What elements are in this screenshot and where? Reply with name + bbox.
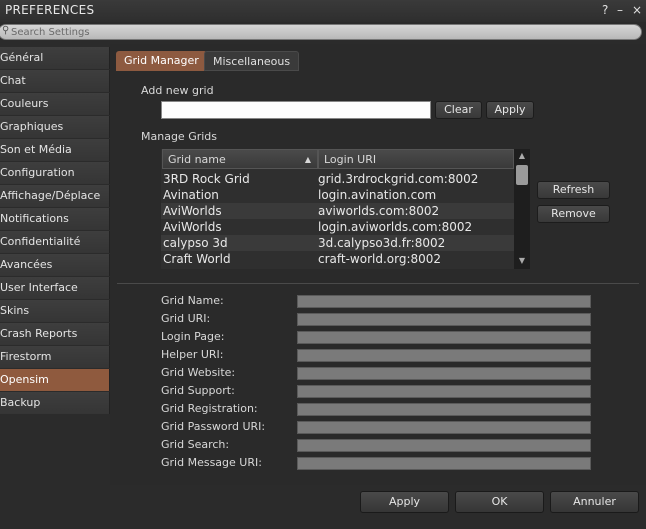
apply-grid-button[interactable]: Apply	[486, 101, 534, 119]
login-uri-cell: 3d.calypso3d.fr:8002	[318, 236, 446, 250]
minimize-icon[interactable]: –	[617, 3, 623, 17]
login-page-field	[297, 331, 591, 344]
sidebar-item-graphics[interactable]: Graphiques	[0, 116, 110, 138]
ok-button[interactable]: OK	[455, 491, 544, 513]
sort-ascending-icon: ▲	[304, 155, 311, 164]
table-row[interactable]: AviWorlds aviworlds.com:8002	[161, 203, 514, 219]
login-uri-cell: login.aviworlds.com:8002	[318, 220, 473, 234]
grid-password-uri-label: Grid Password URI:	[161, 420, 266, 433]
add-grid-label: Add new grid	[141, 84, 214, 97]
grid-search-label: Grid Search:	[161, 438, 230, 451]
title-bar[interactable]: PREFERENCES ? – ×	[0, 0, 646, 22]
grid-name-cell: Craft World	[163, 252, 231, 266]
grid-registration-field	[297, 403, 591, 416]
grid-registration-label: Grid Registration:	[161, 402, 258, 415]
sidebar-item-notifications[interactable]: Notifications	[0, 208, 110, 230]
search-input[interactable]	[11, 25, 611, 39]
helper-uri-field	[297, 349, 591, 362]
login-uri-cell: login.avination.com	[318, 188, 437, 202]
remove-button[interactable]: Remove	[537, 205, 610, 223]
table-row[interactable]: Craft World craft-world.org:8002	[161, 251, 514, 267]
grid-name-field	[297, 295, 591, 308]
sidebar-item-chat[interactable]: Chat	[0, 70, 110, 92]
grid-name-cell: Avination	[163, 188, 219, 202]
grid-list[interactable]: Grid name ▲ Login URI 3RD Rock Grid grid…	[161, 149, 530, 269]
sidebar-item-colors[interactable]: Couleurs	[0, 93, 110, 115]
table-row[interactable]: Avination login.avination.com	[161, 187, 514, 203]
tab-miscellaneous[interactable]: Miscellaneous	[204, 51, 300, 71]
login-uri-cell: grid.3rdrockgrid.com:8002	[318, 172, 479, 186]
grid-name-cell: AviWorlds	[163, 204, 222, 218]
sidebar-item-general[interactable]: Général	[0, 47, 110, 69]
grid-name-cell: calypso 3d	[163, 236, 228, 250]
grid-uri-label: Grid URI:	[161, 312, 211, 325]
table-row[interactable]: 3RD Rock Grid grid.3rdrockgrid.com:8002	[161, 171, 514, 187]
sidebar-item-privacy[interactable]: Confidentialité	[0, 231, 110, 253]
column-header-login-uri[interactable]: Login URI	[318, 149, 514, 169]
grid-support-label: Grid Support:	[161, 384, 235, 397]
search-icon: ⚲	[2, 25, 10, 36]
grid-list-scrollbar[interactable]: ▲ ▼	[514, 149, 530, 269]
apply-button[interactable]: Apply	[360, 491, 449, 513]
grid-uri-field	[297, 313, 591, 326]
search-bar[interactable]: ⚲	[0, 24, 642, 40]
scroll-thumb[interactable]	[516, 165, 528, 185]
grid-search-field	[297, 439, 591, 452]
helper-uri-label: Helper URI:	[161, 348, 224, 361]
login-page-label: Login Page:	[161, 330, 225, 343]
grid-message-uri-field	[297, 457, 591, 470]
column-header-grid-name-label: Grid name	[168, 153, 226, 166]
login-uri-cell: craft-world.org:8002	[318, 252, 442, 266]
column-header-grid-name[interactable]: Grid name ▲	[162, 149, 318, 169]
table-row[interactable]: calypso 3d 3d.calypso3d.fr:8002	[161, 235, 514, 251]
table-row[interactable]: AviWorlds login.aviworlds.com:8002	[161, 219, 514, 235]
grid-name-label: Grid Name:	[161, 294, 224, 307]
refresh-button[interactable]: Refresh	[537, 181, 610, 199]
sidebar: Général Chat Couleurs Graphiques Son et …	[0, 47, 110, 415]
grid-name-cell: AviWorlds	[163, 220, 222, 234]
close-icon[interactable]: ×	[632, 3, 642, 17]
clear-button[interactable]: Clear	[435, 101, 482, 119]
sidebar-item-user-interface[interactable]: User Interface	[0, 277, 110, 299]
sidebar-item-setup[interactable]: Configuration	[0, 162, 110, 184]
sidebar-item-backup[interactable]: Backup	[0, 392, 110, 414]
column-header-login-uri-label: Login URI	[324, 153, 377, 166]
sidebar-item-display-move[interactable]: Affichage/Déplace	[0, 185, 110, 207]
section-divider	[117, 283, 639, 284]
sidebar-item-crash-reports[interactable]: Crash Reports	[0, 323, 110, 345]
window-title: PREFERENCES	[5, 3, 95, 17]
sidebar-item-advanced[interactable]: Avancées	[0, 254, 110, 276]
grid-message-uri-label: Grid Message URI:	[161, 456, 262, 469]
cancel-button[interactable]: Annuler	[550, 491, 639, 513]
new-grid-input[interactable]	[161, 101, 431, 119]
help-icon[interactable]: ?	[602, 3, 608, 17]
grid-support-field	[297, 385, 591, 398]
login-uri-cell: aviworlds.com:8002	[318, 204, 440, 218]
grid-website-field	[297, 367, 591, 380]
sidebar-item-opensim[interactable]: Opensim	[0, 369, 110, 391]
sidebar-item-skins[interactable]: Skins	[0, 300, 110, 322]
grid-password-uri-field	[297, 421, 591, 434]
manage-grids-label: Manage Grids	[141, 130, 218, 143]
grid-website-label: Grid Website:	[161, 366, 236, 379]
scroll-down-icon[interactable]: ▼	[516, 255, 528, 267]
tab-grid-manager[interactable]: Grid Manager	[116, 51, 207, 71]
sidebar-item-sound-media[interactable]: Son et Média	[0, 139, 110, 161]
grid-name-cell: 3RD Rock Grid	[163, 172, 250, 186]
scroll-up-icon[interactable]: ▲	[516, 150, 528, 162]
sidebar-item-firestorm[interactable]: Firestorm	[0, 346, 110, 368]
